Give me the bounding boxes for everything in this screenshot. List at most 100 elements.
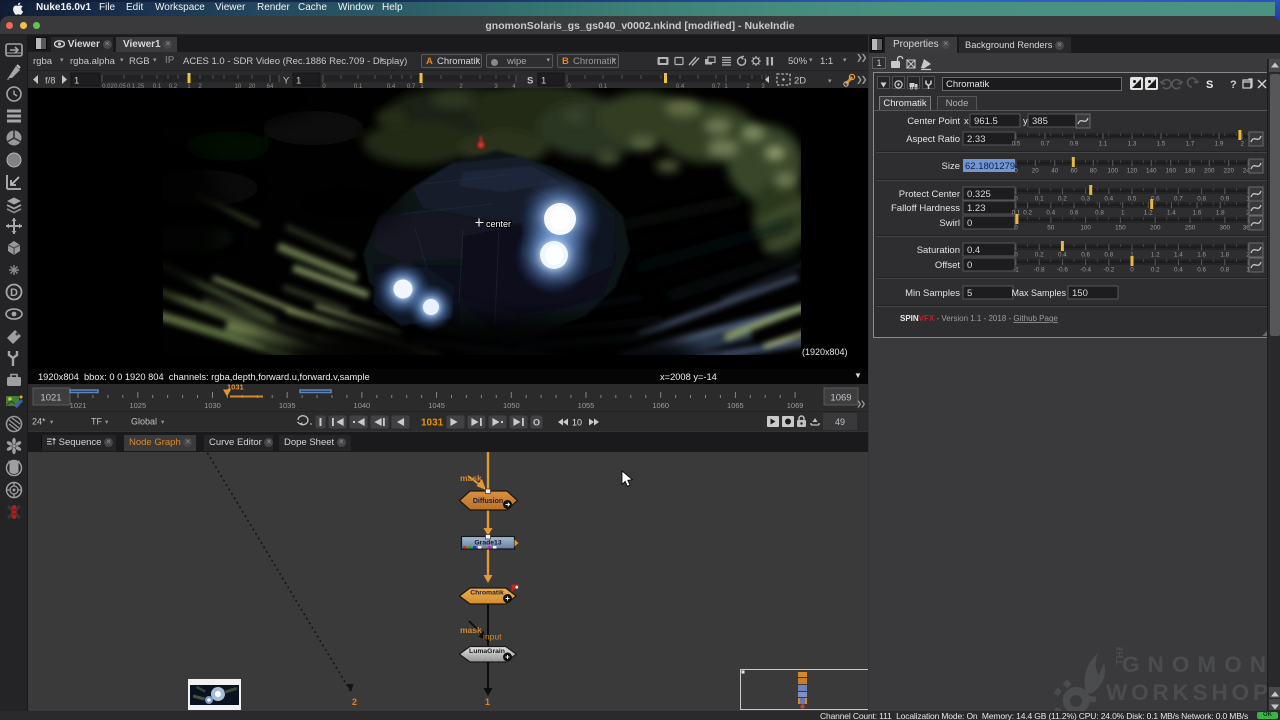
svg-text:0.4: 0.4 bbox=[1058, 252, 1067, 259]
svg-text:1.9: 1.9 bbox=[1215, 141, 1224, 148]
svg-text:1: 1 bbox=[74, 76, 79, 87]
svg-text:0.5: 0.5 bbox=[1012, 141, 1021, 148]
svg-text:1.6: 1.6 bbox=[1197, 252, 1206, 259]
svg-text:0.4: 0.4 bbox=[1046, 210, 1055, 217]
svg-text:1.8: 1.8 bbox=[1220, 252, 1229, 259]
svg-text:1040: 1040 bbox=[354, 401, 371, 410]
svg-text:5: 5 bbox=[967, 288, 972, 299]
svg-text:1: 1 bbox=[485, 697, 490, 707]
svg-text:2.33: 2.33 bbox=[967, 134, 986, 145]
svg-text:1.6: 1.6 bbox=[1193, 210, 1202, 217]
svg-text:?: ? bbox=[1230, 79, 1237, 91]
svg-text:0.4: 0.4 bbox=[967, 245, 980, 256]
svg-text:1065: 1065 bbox=[727, 401, 744, 410]
svg-text:f/8: f/8 bbox=[45, 76, 56, 87]
svg-text:S: S bbox=[527, 76, 533, 87]
svg-text:150: 150 bbox=[1072, 288, 1088, 299]
svg-text:0.8: 0.8 bbox=[1197, 196, 1206, 203]
svg-text:961.5: 961.5 bbox=[974, 116, 998, 127]
svg-text:2: 2 bbox=[352, 697, 357, 707]
svg-text:Saturation: Saturation bbox=[917, 245, 960, 256]
svg-text:0.2: 0.2 bbox=[1023, 210, 1032, 217]
svg-text:1060: 1060 bbox=[652, 401, 669, 410]
svg-text:1031: 1031 bbox=[227, 384, 244, 392]
svg-text:-0.2: -0.2 bbox=[1103, 267, 1114, 274]
svg-text:❯❯: ❯❯ bbox=[856, 75, 867, 84]
svg-text:mask: mask bbox=[460, 473, 482, 483]
svg-text:Diffusion: Diffusion bbox=[473, 498, 503, 505]
svg-text:62.18012799: 62.18012799 bbox=[965, 161, 1020, 172]
svg-text:120: 120 bbox=[1127, 168, 1138, 175]
svg-text:0: 0 bbox=[1014, 168, 1018, 175]
svg-text:1069: 1069 bbox=[830, 393, 851, 404]
svg-text:0.9: 0.9 bbox=[1220, 196, 1229, 203]
svg-text:GNOMON: GNOMON bbox=[1122, 652, 1268, 677]
svg-text:y: y bbox=[1023, 116, 1028, 127]
svg-text:220: 220 bbox=[1223, 168, 1234, 175]
svg-text:0.1: 0.1 bbox=[1035, 196, 1044, 203]
svg-text:1031: 1031 bbox=[421, 418, 444, 429]
svg-text:LumaGrain: LumaGrain bbox=[469, 648, 505, 655]
svg-text:1.1: 1.1 bbox=[1099, 141, 1108, 148]
svg-text:Max Samples: Max Samples bbox=[1011, 288, 1066, 298]
svg-text:100: 100 bbox=[1107, 168, 1118, 175]
svg-text:1.2: 1.2 bbox=[1144, 210, 1153, 217]
svg-text:Center Point: Center Point bbox=[907, 116, 960, 127]
svg-text:Offset: Offset bbox=[935, 260, 961, 271]
svg-text:▾: ▾ bbox=[50, 419, 54, 426]
svg-text:TF: TF bbox=[91, 417, 102, 427]
svg-text:❯❯: ❯❯ bbox=[856, 400, 865, 408]
svg-text:-0.4: -0.4 bbox=[1080, 267, 1091, 274]
svg-text:0.6: 0.6 bbox=[1070, 210, 1079, 217]
svg-text:1: 1 bbox=[541, 76, 546, 87]
svg-text:80: 80 bbox=[1090, 168, 1098, 175]
svg-text:150: 150 bbox=[1115, 225, 1126, 232]
svg-text:1.3: 1.3 bbox=[1128, 141, 1137, 148]
svg-text:1021: 1021 bbox=[70, 401, 87, 410]
svg-text:0.6: 0.6 bbox=[1081, 252, 1090, 259]
svg-text:40: 40 bbox=[1051, 168, 1059, 175]
svg-text:0.2: 0.2 bbox=[1035, 252, 1044, 259]
svg-text:1.7: 1.7 bbox=[1186, 141, 1195, 148]
svg-text:20: 20 bbox=[1032, 168, 1040, 175]
svg-text:1: 1 bbox=[1121, 210, 1125, 217]
svg-text:50: 50 bbox=[1047, 225, 1055, 232]
svg-text:x: x bbox=[964, 116, 969, 127]
svg-text:1.4: 1.4 bbox=[1167, 210, 1176, 217]
svg-text:0: 0 bbox=[967, 218, 972, 229]
svg-text:▾: ▾ bbox=[105, 419, 109, 426]
svg-text:0.3: 0.3 bbox=[1081, 196, 1090, 203]
svg-text:0.8: 0.8 bbox=[1095, 210, 1104, 217]
svg-text:Y: Y bbox=[283, 76, 290, 87]
svg-text:0: 0 bbox=[1014, 252, 1018, 259]
svg-text:180: 180 bbox=[1185, 168, 1196, 175]
svg-text:0: 0 bbox=[1014, 225, 1018, 232]
svg-text:0: 0 bbox=[1130, 267, 1134, 274]
svg-text:Size: Size bbox=[942, 161, 960, 172]
svg-text:1021: 1021 bbox=[40, 393, 61, 404]
svg-text:1030: 1030 bbox=[204, 401, 221, 410]
svg-text:S: S bbox=[1206, 79, 1213, 91]
svg-text:385: 385 bbox=[1032, 116, 1048, 127]
svg-text:Aspect Ratio: Aspect Ratio bbox=[906, 134, 960, 145]
svg-text:Global: Global bbox=[131, 417, 157, 427]
svg-text:-0.6: -0.6 bbox=[1057, 267, 1068, 274]
svg-text:0.7: 0.7 bbox=[1041, 141, 1050, 148]
svg-text:200: 200 bbox=[1150, 225, 1161, 232]
svg-text:0.325: 0.325 bbox=[967, 189, 991, 200]
svg-text:140: 140 bbox=[1146, 168, 1157, 175]
svg-text:Protect Center: Protect Center bbox=[899, 189, 960, 200]
svg-text:0.2: 0.2 bbox=[1151, 267, 1160, 274]
svg-text:1035: 1035 bbox=[279, 401, 296, 410]
svg-text:0.5: 0.5 bbox=[1128, 196, 1137, 203]
svg-text:▾: ▾ bbox=[161, 419, 165, 426]
svg-text:1.8: 1.8 bbox=[1216, 210, 1225, 217]
svg-text:24*: 24* bbox=[32, 417, 46, 427]
svg-text:1.23: 1.23 bbox=[967, 203, 986, 214]
svg-text:Min Samples: Min Samples bbox=[905, 288, 960, 299]
svg-text:1: 1 bbox=[296, 76, 301, 87]
svg-text:1.5: 1.5 bbox=[1157, 141, 1166, 148]
svg-text:-0.8: -0.8 bbox=[1034, 267, 1045, 274]
svg-text:0.9: 0.9 bbox=[1070, 141, 1079, 148]
svg-text:250: 250 bbox=[1185, 225, 1196, 232]
